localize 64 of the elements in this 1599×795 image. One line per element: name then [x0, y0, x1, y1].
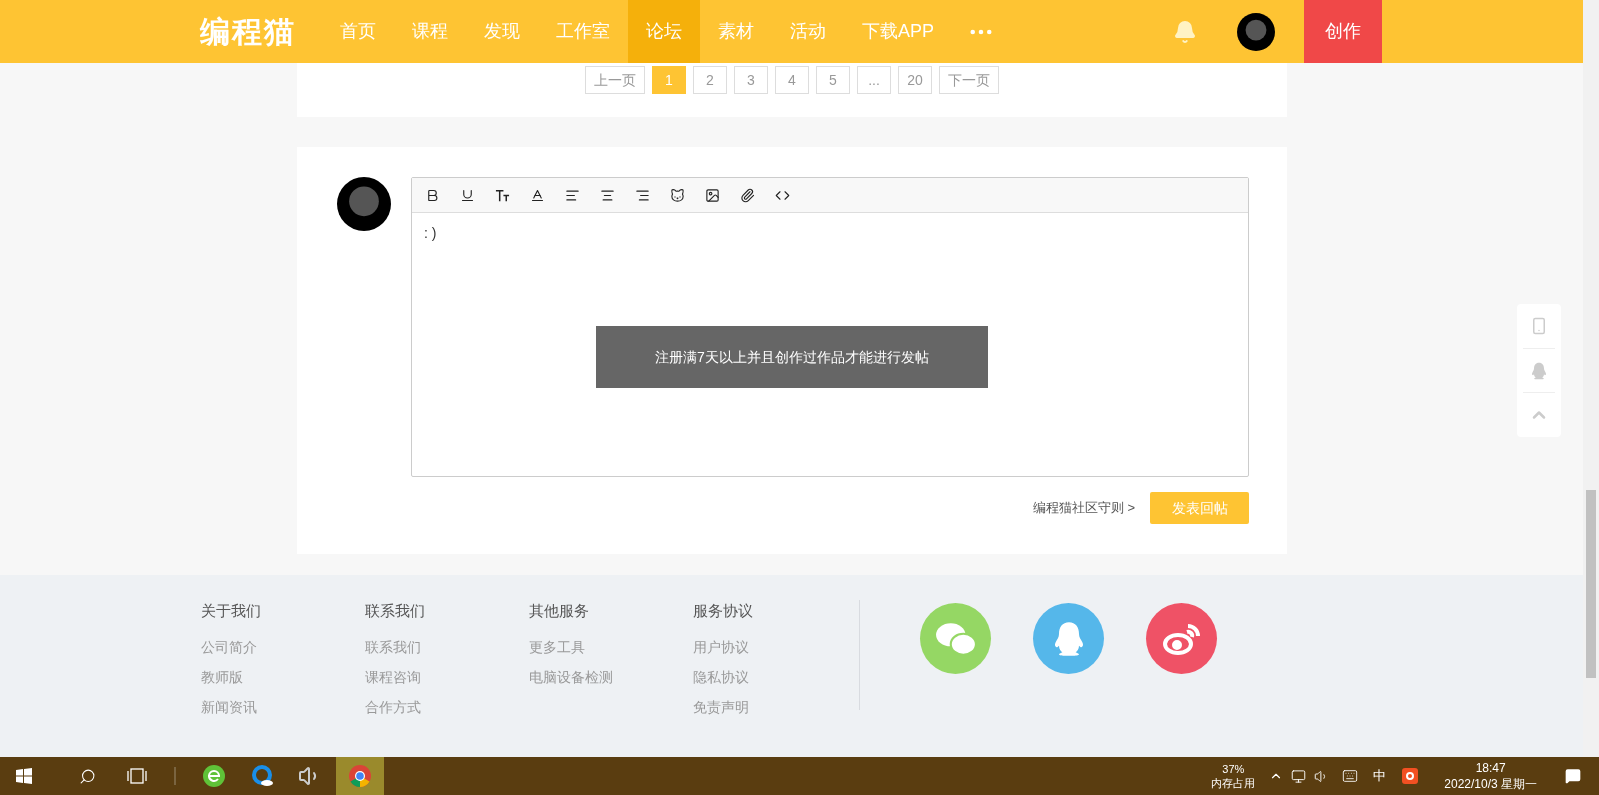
task-view-icon[interactable]: [126, 768, 148, 784]
footer-link[interactable]: 公司简介: [201, 636, 365, 658]
cloud-app-icon[interactable]: [250, 764, 274, 788]
footer-link[interactable]: 教师版: [201, 666, 365, 688]
nav-tab[interactable]: 下载APP: [844, 0, 953, 63]
create-button[interactable]: 创作: [1304, 0, 1382, 63]
page-button[interactable]: 3: [734, 66, 768, 94]
avatar: [337, 177, 391, 231]
page-button[interactable]: 1: [652, 66, 686, 94]
align-right-icon[interactable]: [635, 187, 650, 203]
align-center-icon[interactable]: [600, 187, 615, 203]
memory-percent: 37%: [1222, 762, 1245, 776]
footer-link[interactable]: 隐私协议: [693, 666, 857, 688]
reply-input[interactable]: : ): [412, 213, 1248, 244]
nav-tab[interactable]: 首页: [322, 0, 394, 63]
footer-heading: 关于我们: [201, 601, 262, 621]
ime-indicator[interactable]: 中: [1373, 766, 1387, 786]
logo[interactable]: 编程猫: [200, 9, 296, 54]
clock-date[interactable]: 2022/10/3 星期一: [1444, 776, 1537, 792]
font-color-icon[interactable]: [530, 187, 545, 203]
nav-tab[interactable]: 论坛: [628, 0, 700, 63]
community-rules-link[interactable]: 编程猫社区守则 >: [1032, 498, 1135, 518]
footer-heading: 其他服务: [529, 601, 590, 621]
nav-tab[interactable]: 发现: [466, 0, 538, 63]
page-button[interactable]: 20: [898, 66, 932, 94]
nav-tab[interactable]: 素材: [700, 0, 772, 63]
image-icon[interactable]: [705, 187, 720, 203]
page-button[interactable]: 4: [775, 66, 809, 94]
page-button[interactable]: ...: [857, 66, 891, 94]
avatar[interactable]: [1237, 12, 1275, 51]
nav-tab[interactable]: 课程: [394, 0, 466, 63]
page-button[interactable]: 5: [816, 66, 850, 94]
search-icon[interactable]: [79, 767, 96, 785]
page-button[interactable]: 下一页: [939, 66, 999, 94]
nav-tab[interactable]: 活动: [772, 0, 844, 63]
footer-link[interactable]: 课程咨询: [365, 666, 529, 688]
footer-heading: 服务协议: [693, 601, 754, 621]
footer-link[interactable]: 电脑设备检测: [529, 666, 693, 688]
paperclip-icon[interactable]: [740, 187, 755, 203]
footer-link[interactable]: 合作方式: [365, 696, 529, 718]
cat-icon[interactable]: [670, 187, 685, 203]
network-icon[interactable]: [1291, 768, 1307, 784]
footer-link[interactable]: 免责声明: [693, 696, 857, 718]
windows-start-icon[interactable]: [16, 768, 32, 784]
browser-icon[interactable]: [202, 764, 226, 788]
footer-link[interactable]: 新闻资讯: [201, 696, 365, 718]
footer-link[interactable]: 更多工具: [529, 636, 693, 658]
notification-icon[interactable]: [1565, 768, 1581, 784]
page-button[interactable]: 2: [693, 66, 727, 94]
clock-time[interactable]: 18:47: [1475, 760, 1506, 776]
toast-message: 注册满7天以上并且创作过作品才能进行发帖: [596, 326, 988, 388]
memory-label: 内存占用: [1211, 776, 1256, 790]
sogou-icon[interactable]: [1402, 768, 1419, 784]
footer-link[interactable]: 联系我们: [365, 636, 529, 658]
align-left-icon[interactable]: [565, 187, 580, 203]
nav-tab[interactable]: 工作室: [538, 0, 628, 63]
chrome-icon: [348, 764, 372, 788]
submit-reply-button[interactable]: 发表回帖: [1150, 492, 1249, 524]
underline-icon[interactable]: [460, 187, 475, 203]
text-size-icon[interactable]: [495, 187, 510, 203]
footer-heading: 联系我们: [365, 601, 426, 621]
page-button[interactable]: 上一页: [585, 66, 645, 94]
bold-icon[interactable]: [425, 187, 440, 203]
footer-link[interactable]: 用户协议: [693, 636, 857, 658]
